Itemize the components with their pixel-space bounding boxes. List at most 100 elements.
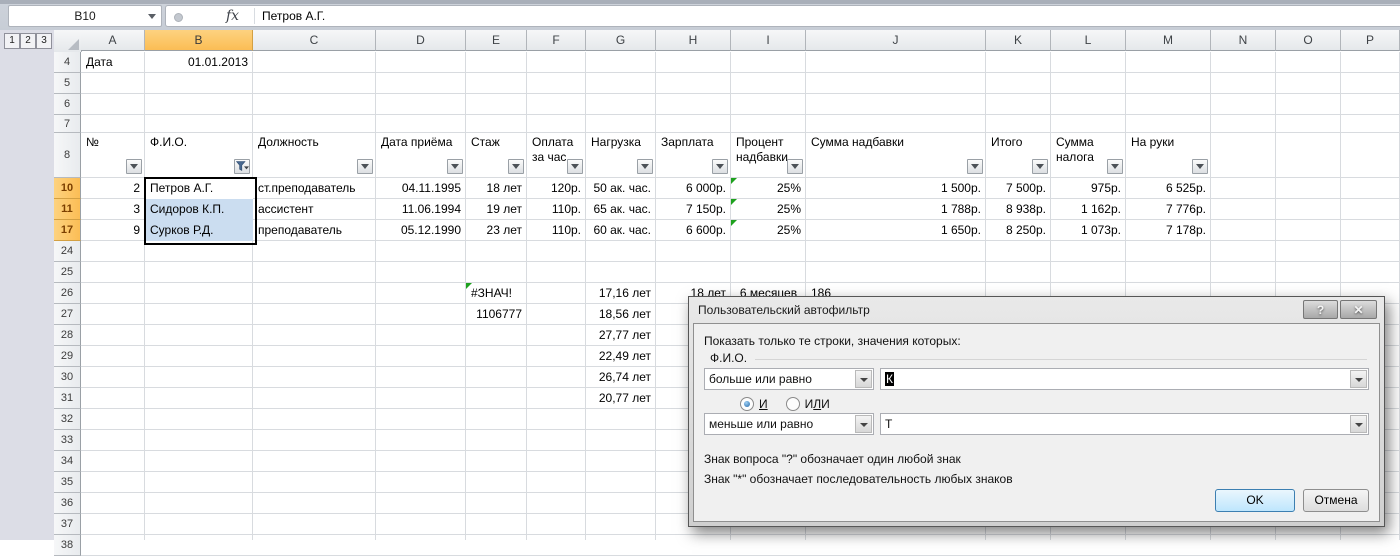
value2-text[interactable]: Т	[885, 414, 892, 434]
radio-and-icon[interactable]	[740, 397, 754, 411]
cell-E17[interactable]: 23 лет	[466, 220, 527, 241]
row-header-5[interactable]: 5	[54, 73, 81, 94]
cell-C10[interactable]: ст.преподаватель	[253, 178, 376, 199]
row-header-35[interactable]: 35	[54, 472, 81, 493]
filter-button-E[interactable]	[508, 159, 524, 174]
cell-H10[interactable]: 6 000р.	[656, 178, 731, 199]
row-header-29[interactable]: 29	[54, 346, 81, 367]
filter-button-M[interactable]	[1192, 159, 1208, 174]
cell-K10[interactable]: 7 500р.	[986, 178, 1051, 199]
column-header-K[interactable]: K	[986, 30, 1051, 51]
outline-level-button-3[interactable]: 3	[36, 33, 52, 49]
filter-button-J[interactable]	[967, 159, 983, 174]
column-header-J[interactable]: J	[806, 30, 986, 51]
filter-button-G[interactable]	[637, 159, 653, 174]
cell-K11[interactable]: 8 938р.	[986, 199, 1051, 220]
outline-level-button-2[interactable]: 2	[20, 33, 36, 49]
filter-button-A[interactable]	[126, 159, 142, 174]
filter-button-D[interactable]	[447, 159, 463, 174]
value2-dropdown-icon[interactable]	[1350, 415, 1367, 433]
cell-B17[interactable]: Сурков Р.Д.	[145, 220, 253, 241]
cell-C11[interactable]: ассистент	[253, 199, 376, 220]
row-header-17[interactable]: 17	[54, 220, 81, 241]
cell-E10[interactable]: 18 лет	[466, 178, 527, 199]
cell-G10[interactable]: 50 ак. час.	[586, 178, 656, 199]
filter-button-L[interactable]	[1107, 159, 1123, 174]
cell-J17[interactable]: 1 650р.	[806, 220, 986, 241]
cell-B10[interactable]: Петров А.Г.	[145, 178, 253, 199]
cell-B4[interactable]: 01.01.2013	[145, 52, 253, 73]
cell-G29[interactable]: 22,49 лет	[586, 346, 656, 367]
cell-A17[interactable]: 9	[81, 220, 145, 241]
cell-L11[interactable]: 1 162р.	[1051, 199, 1126, 220]
column-header-G[interactable]: G	[586, 30, 656, 51]
value1-combobox[interactable]: К	[880, 368, 1369, 390]
cell-J10[interactable]: 1 500р.	[806, 178, 986, 199]
operator2-dropdown-icon[interactable]	[855, 415, 872, 433]
filter-button-K[interactable]	[1032, 159, 1048, 174]
ok-button[interactable]: OK	[1215, 489, 1295, 512]
cell-G30[interactable]: 26,74 лет	[586, 367, 656, 388]
formula-text[interactable]: Петров А.Г.	[262, 6, 325, 26]
column-header-L[interactable]: L	[1051, 30, 1126, 51]
value2-combobox[interactable]: Т	[880, 413, 1369, 435]
cell-I10[interactable]: 25%	[731, 178, 806, 199]
cell-E11[interactable]: 19 лет	[466, 199, 527, 220]
row-header-7[interactable]: 7	[54, 115, 81, 133]
cell-G31[interactable]: 20,77 лет	[586, 388, 656, 409]
filter-button-C[interactable]	[357, 159, 373, 174]
cell-E27[interactable]: 1106777	[466, 304, 527, 325]
cell-F10[interactable]: 120р.	[527, 178, 586, 199]
cell-G27[interactable]: 18,56 лет	[586, 304, 656, 325]
cancel-button[interactable]: Отмена	[1303, 489, 1369, 512]
cell-D11[interactable]: 11.06.1994	[376, 199, 466, 220]
cell-G28[interactable]: 27,77 лет	[586, 325, 656, 346]
column-header-M[interactable]: M	[1126, 30, 1211, 51]
cell-G26[interactable]: 17,16 лет	[586, 283, 656, 304]
row-header-38[interactable]: 38	[54, 535, 81, 556]
row-header-26[interactable]: 26	[54, 283, 81, 304]
row-header-36[interactable]: 36	[54, 493, 81, 514]
column-header-P[interactable]: P	[1341, 30, 1400, 51]
row-header-11[interactable]: 11	[54, 199, 81, 220]
cell-B11[interactable]: Сидоров К.П.	[145, 199, 253, 220]
cell-G11[interactable]: 65 ак. час.	[586, 199, 656, 220]
cell-H11[interactable]: 7 150р.	[656, 199, 731, 220]
select-all-corner[interactable]	[54, 30, 82, 53]
row-header-31[interactable]: 31	[54, 388, 81, 409]
outline-level-button-1[interactable]: 1	[4, 33, 20, 49]
cell-F17[interactable]: 110р.	[527, 220, 586, 241]
column-header-H[interactable]: H	[656, 30, 731, 51]
filter-button-F[interactable]	[567, 159, 583, 174]
operator1-select[interactable]: больше или равно	[704, 368, 874, 390]
cell-I11[interactable]: 25%	[731, 199, 806, 220]
cell-H17[interactable]: 6 600р.	[656, 220, 731, 241]
row-header-34[interactable]: 34	[54, 451, 81, 472]
cell-J8[interactable]: Сумма надбавки	[806, 133, 986, 178]
row-header-27[interactable]: 27	[54, 304, 81, 325]
row-header-24[interactable]: 24	[54, 241, 81, 262]
column-header-O[interactable]: O	[1276, 30, 1341, 51]
row-header-37[interactable]: 37	[54, 514, 81, 535]
cell-M17[interactable]: 7 178р.	[1126, 220, 1211, 241]
insert-function-icon[interactable]: fx	[226, 6, 239, 26]
cell-L10[interactable]: 975р.	[1051, 178, 1126, 199]
cell-E26[interactable]: #ЗНАЧ!	[466, 283, 527, 304]
value1-selected-text[interactable]: К	[885, 372, 894, 386]
value1-dropdown-icon[interactable]	[1350, 370, 1367, 388]
cell-I17[interactable]: 25%	[731, 220, 806, 241]
row-header-28[interactable]: 28	[54, 325, 81, 346]
column-header-F[interactable]: F	[527, 30, 586, 51]
name-box-dropdown-icon[interactable]	[148, 14, 156, 19]
filter-button-H[interactable]	[712, 159, 728, 174]
filter-funnel-button-B[interactable]	[234, 159, 250, 174]
cell-M10[interactable]: 6 525р.	[1126, 178, 1211, 199]
cell-A4[interactable]: Дата	[81, 52, 145, 73]
column-header-C[interactable]: C	[253, 30, 376, 51]
column-header-I[interactable]: I	[731, 30, 806, 51]
cell-D10[interactable]: 04.11.1995	[376, 178, 466, 199]
row-header-6[interactable]: 6	[54, 94, 81, 115]
row-header-8[interactable]: 8	[54, 133, 81, 178]
cell-G17[interactable]: 60 ак. час.	[586, 220, 656, 241]
radio-or-icon[interactable]	[785, 397, 800, 411]
